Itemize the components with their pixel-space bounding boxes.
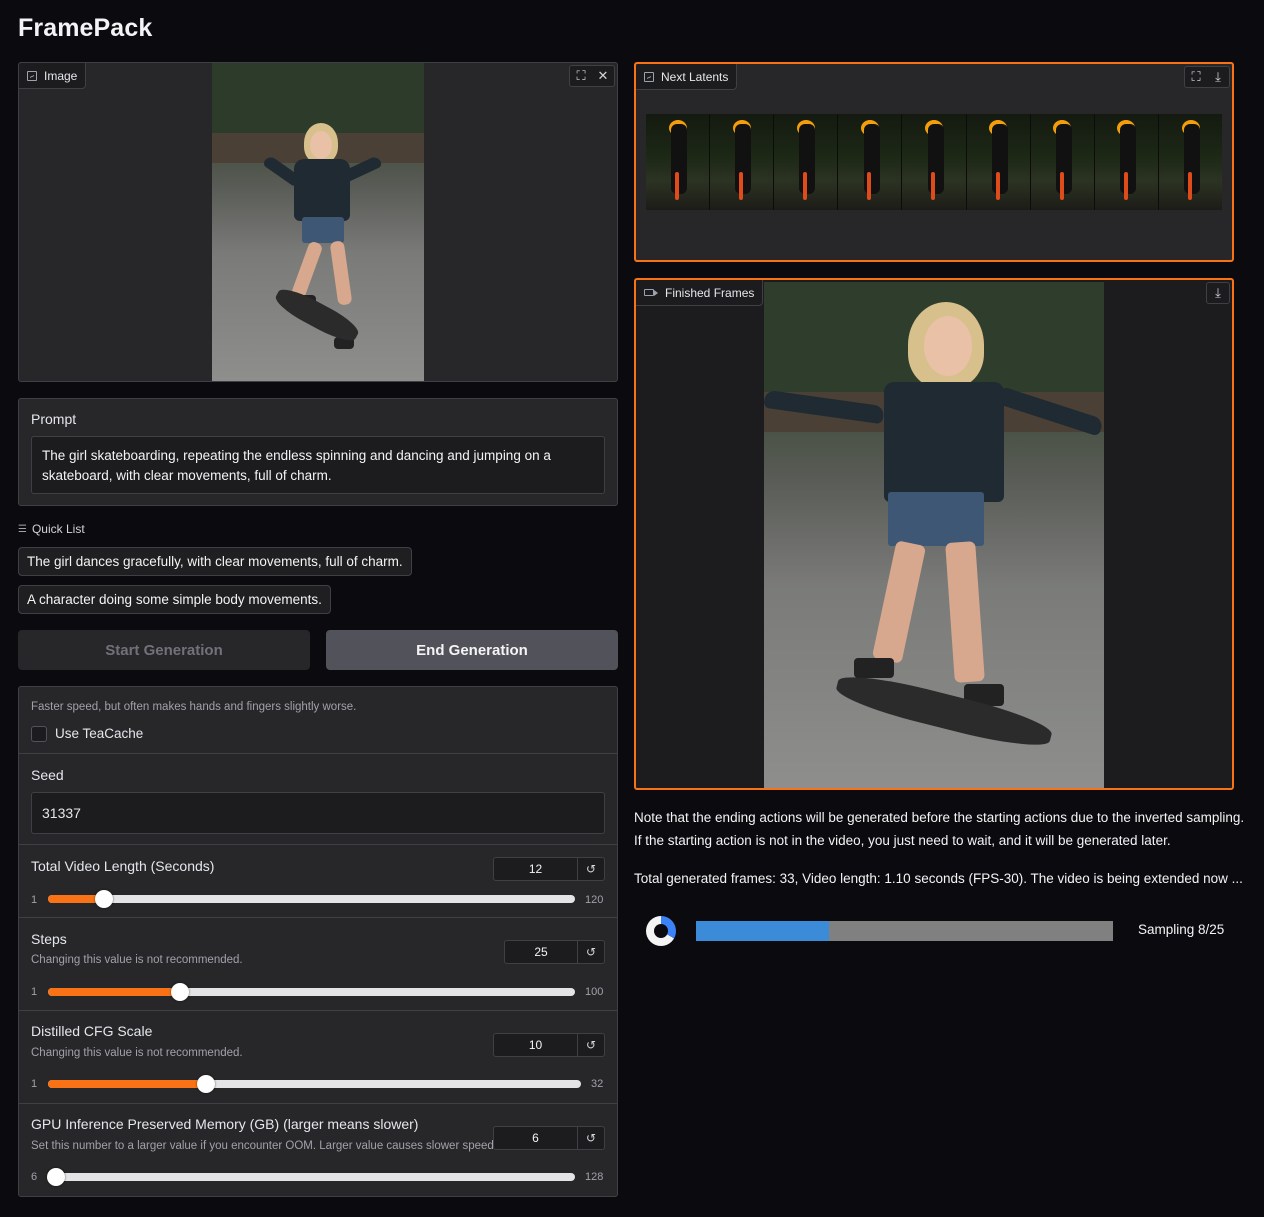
result-video[interactable] xyxy=(764,282,1104,788)
cfg-slider[interactable] xyxy=(48,1075,581,1093)
seed-input[interactable]: 31337 xyxy=(31,792,605,834)
slider-thumb[interactable] xyxy=(47,1168,65,1186)
latent-frame xyxy=(838,114,903,210)
list-icon: ☰ xyxy=(18,523,27,535)
video-length-label: Total Video Length (Seconds) xyxy=(31,858,215,874)
image-icon xyxy=(644,71,654,82)
finished-frames-label: Finished Frames xyxy=(636,280,764,306)
end-generation-button[interactable]: End Generation xyxy=(326,630,618,670)
gpu-memory-section: GPU Inference Preserved Memory (GB) (lar… xyxy=(19,1104,617,1196)
note-line-1: Note that the ending actions will be gen… xyxy=(634,810,1245,825)
steps-number: 25 ↺ xyxy=(504,940,605,964)
close-icon[interactable]: ✕ xyxy=(592,66,614,86)
slider-thumb[interactable] xyxy=(197,1075,215,1093)
latents-toolbar: ⛶ ⤓ xyxy=(1184,66,1230,88)
prompt-input[interactable]: The girl skateboarding, repeating the en… xyxy=(31,436,605,494)
video-icon xyxy=(644,289,658,296)
progress-row: Sampling 8/25 xyxy=(634,910,1234,950)
input-image xyxy=(212,63,424,381)
gpu-memory-label: GPU Inference Preserved Memory (GB) (lar… xyxy=(31,1116,419,1132)
slider-max: 32 xyxy=(591,1078,604,1090)
slider-max: 128 xyxy=(585,1171,604,1183)
latent-frame xyxy=(902,114,967,210)
note-line-2: If the starting action is not in the vid… xyxy=(634,833,1171,848)
video-length-input[interactable]: 12 xyxy=(494,858,578,880)
download-icon[interactable]: ⤓ xyxy=(1207,283,1229,303)
teacache-label: Use TeaCache xyxy=(55,726,144,741)
latent-frame xyxy=(1030,114,1095,210)
latent-frames xyxy=(646,114,1222,210)
loading-spinner-icon xyxy=(646,916,676,946)
video-length-slider[interactable] xyxy=(48,890,575,908)
cfg-number: 10 ↺ xyxy=(493,1033,605,1057)
slider-max: 100 xyxy=(585,986,604,998)
reset-icon[interactable]: ↺ xyxy=(578,1127,604,1149)
slider-thumb[interactable] xyxy=(95,890,113,908)
progress-text: Sampling 8/25 xyxy=(1138,922,1225,937)
settings-panel: Faster speed, but often makes hands and … xyxy=(18,686,618,1197)
seed-label: Seed xyxy=(31,767,64,783)
image-input-panel[interactable]: Image ⛶ ✕ xyxy=(18,62,618,382)
slider-min: 6 xyxy=(31,1171,38,1183)
cfg-info: Changing this value is not recommended. xyxy=(31,1047,243,1059)
teacache-checkbox[interactable] xyxy=(31,726,47,742)
finished-frames-panel: Finished Frames ⤓ xyxy=(634,278,1234,790)
gpu-memory-number: 6 ↺ xyxy=(493,1126,605,1150)
reset-icon[interactable]: ↺ xyxy=(578,1034,604,1056)
seed-section: Seed 31337 xyxy=(19,754,617,845)
video-length-number: 12 ↺ xyxy=(493,857,605,881)
slider-thumb[interactable] xyxy=(171,983,189,1001)
steps-slider[interactable] xyxy=(48,983,575,1001)
steps-label: Steps xyxy=(31,931,67,947)
latent-frame xyxy=(966,114,1031,210)
next-latents-label: Next Latents xyxy=(636,64,738,90)
image-label: Image xyxy=(19,63,87,89)
app-title: FramePack xyxy=(18,14,153,42)
latent-frame xyxy=(710,114,775,210)
teacache-info: Faster speed, but often makes hands and … xyxy=(31,701,357,713)
prompt-label: Prompt xyxy=(31,411,77,427)
image-icon xyxy=(27,70,37,81)
steps-section: Steps Changing this value is not recomme… xyxy=(19,918,617,1011)
cfg-label: Distilled CFG Scale xyxy=(31,1023,153,1039)
next-latents-panel: Next Latents ⛶ ⤓ xyxy=(634,62,1234,262)
gpu-memory-slider[interactable] xyxy=(47,1168,575,1186)
latent-frame xyxy=(774,114,839,210)
start-generation-button[interactable]: Start Generation xyxy=(18,630,310,670)
slider-max: 120 xyxy=(585,894,604,906)
steps-info: Changing this value is not recommended. xyxy=(31,954,243,966)
cfg-section: Distilled CFG Scale Changing this value … xyxy=(19,1011,617,1104)
reset-icon[interactable]: ↺ xyxy=(578,941,604,963)
latent-frame xyxy=(646,114,711,210)
download-icon[interactable]: ⤓ xyxy=(1207,67,1229,87)
status-text: Total generated frames: 33, Video length… xyxy=(634,871,1243,886)
quick-list-item[interactable]: A character doing some simple body movem… xyxy=(18,585,331,614)
slider-min: 1 xyxy=(31,894,38,906)
prompt-block: Prompt The girl skateboarding, repeating… xyxy=(18,398,618,506)
quick-list-item[interactable]: The girl dances gracefully, with clear m… xyxy=(18,547,412,576)
finished-toolbar: ⤓ xyxy=(1206,282,1230,304)
progress-bar xyxy=(696,921,1113,941)
teacache-section: Faster speed, but often makes hands and … xyxy=(19,687,617,754)
video-length-section: Total Video Length (Seconds) 12 ↺ 1 120 xyxy=(19,845,617,918)
steps-input[interactable]: 25 xyxy=(505,941,578,963)
slider-min: 1 xyxy=(31,986,38,998)
slider-min: 1 xyxy=(31,1078,38,1090)
fullscreen-icon[interactable]: ⛶ xyxy=(1185,67,1207,87)
fullscreen-icon[interactable]: ⛶ xyxy=(570,66,592,86)
image-toolbar: ⛶ ✕ xyxy=(569,65,615,87)
gpu-memory-info: Set this number to a larger value if you… xyxy=(31,1140,497,1152)
progress-fill xyxy=(696,921,830,941)
quick-list-title: ☰ Quick List xyxy=(18,522,85,536)
latent-frame xyxy=(1094,114,1159,210)
latent-frame xyxy=(1158,114,1222,210)
gpu-memory-input[interactable]: 6 xyxy=(494,1127,578,1149)
cfg-input[interactable]: 10 xyxy=(494,1034,578,1056)
reset-icon[interactable]: ↺ xyxy=(578,858,604,880)
